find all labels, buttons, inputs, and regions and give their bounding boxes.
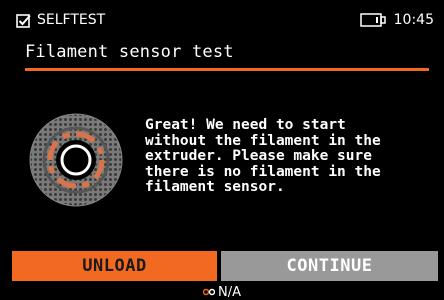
checkbox-icon [16, 13, 31, 28]
status-mode-label: SELFTEST [37, 12, 106, 28]
status-info: 10:45 [359, 12, 434, 28]
unload-button[interactable]: UNLOAD [12, 251, 217, 281]
status-time: 10:45 [393, 12, 434, 28]
title-divider [25, 68, 429, 71]
filament-sensor-icon [29, 113, 123, 207]
page-title: Filament sensor test [25, 42, 234, 62]
usb-drive-icon [359, 13, 386, 27]
footer-status: N/A [0, 284, 444, 300]
continue-button[interactable]: CONTINUE [221, 251, 438, 281]
filament-indicator-icon [203, 288, 215, 296]
filament-sensor-status: N/A [218, 284, 241, 300]
instruction-text: Great! We need to start without the fila… [145, 117, 381, 195]
status-mode: SELFTEST [16, 12, 105, 28]
status-bar: SELFTEST 10:45 [0, 0, 444, 40]
